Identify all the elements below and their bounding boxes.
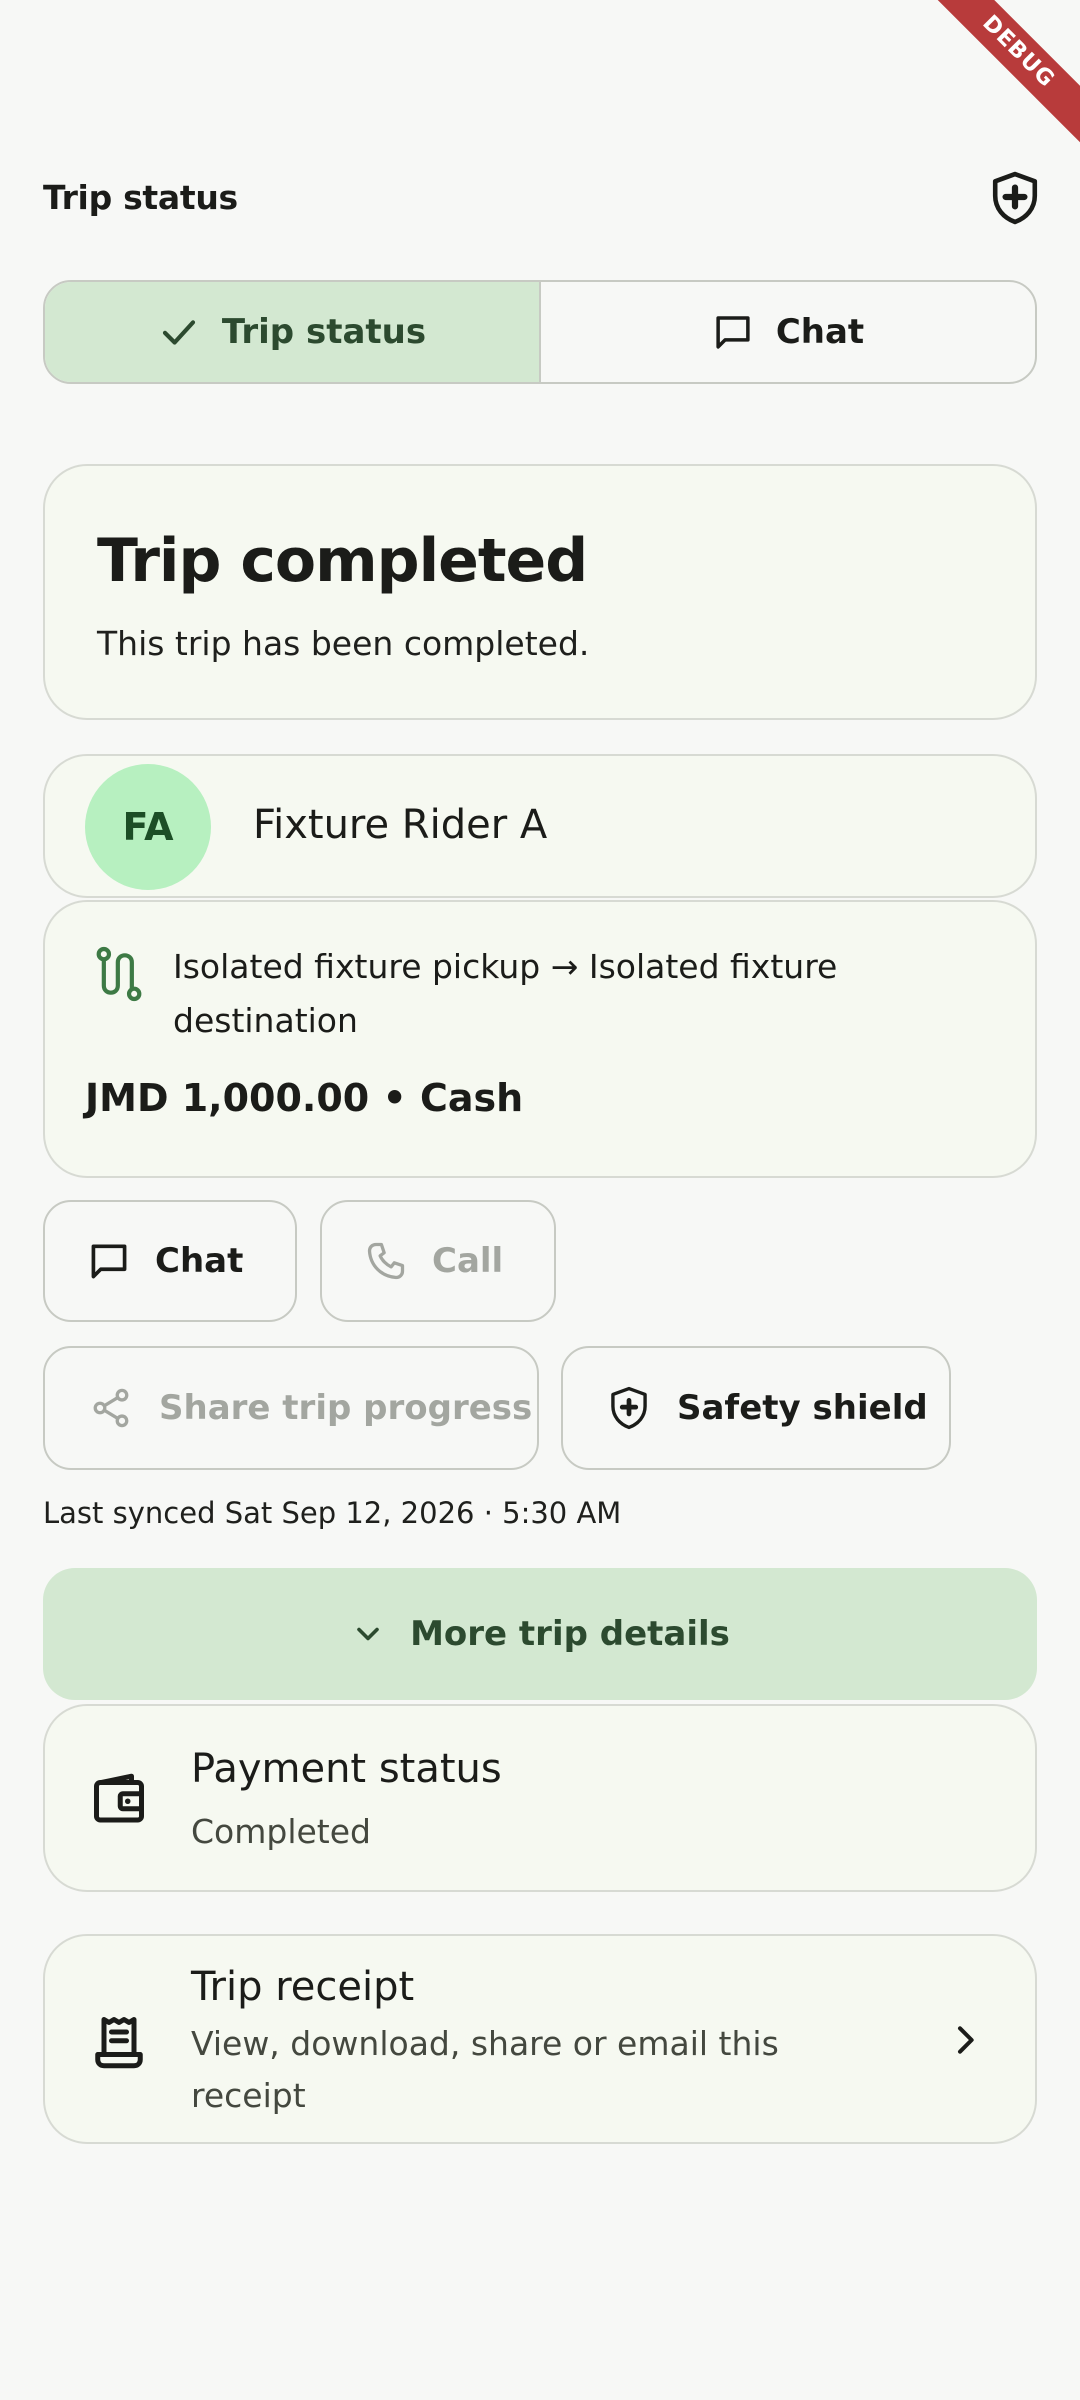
route-icon: [96, 946, 142, 1002]
tab-label: Chat: [775, 312, 865, 352]
trip-receipt-card[interactable]: Trip receipt View, download, share or em…: [43, 1934, 1037, 2144]
trip-receipt-title: Trip receipt: [191, 1964, 415, 2010]
more-details-label: More trip details: [410, 1614, 730, 1654]
call-button[interactable]: Call: [320, 1200, 556, 1322]
tab-chat[interactable]: Chat: [541, 282, 1035, 382]
shield-icon: [611, 1386, 647, 1430]
status-subtitle: This trip has been completed.: [97, 624, 590, 663]
tab-bar: Trip status Chat: [43, 280, 1037, 384]
safety-button-label: Safety shield: [677, 1388, 928, 1428]
fare-text: JMD 1,000.00 • Cash: [85, 1076, 524, 1120]
share-icon: [93, 1388, 129, 1428]
route-text: Isolated fixture pickup → Isolated fixtu…: [173, 947, 838, 1040]
chevron-down-icon: [357, 1627, 379, 1641]
payment-status-value: Completed: [191, 1812, 371, 1851]
chat-button-label: Chat: [155, 1241, 244, 1281]
chat-icon: [716, 316, 750, 349]
page-title: Trip status: [43, 178, 238, 217]
last-synced-text: Last synced Sat Sep 12, 2026 · 5:30 AM: [43, 1496, 622, 1530]
more-trip-details-button[interactable]: More trip details: [43, 1568, 1037, 1700]
rider-card: FA Fixture Rider A: [43, 754, 1037, 898]
debug-banner: DEBUG: [920, 0, 1080, 160]
receipt-icon: [95, 2017, 143, 2069]
call-button-label: Call: [432, 1241, 504, 1281]
rider-name: Fixture Rider A: [253, 802, 548, 848]
tab-label: Trip status: [221, 312, 427, 352]
trip-status-card: Trip completed This trip has been comple…: [43, 464, 1037, 720]
avatar: FA: [85, 764, 211, 890]
phone-icon: [367, 1242, 405, 1280]
chevron-right-icon: [958, 2026, 974, 2054]
debug-label: DEBUG: [920, 0, 1080, 151]
share-button-label: Share trip progress: [159, 1388, 533, 1428]
safety-shield-button[interactable]: Safety shield: [561, 1346, 951, 1470]
trip-receipt-subtitle: View, download, share or email this rece…: [191, 2024, 779, 2115]
chat-icon: [91, 1244, 127, 1279]
payment-status-card: Payment status Completed: [43, 1704, 1037, 1892]
safety-shield-icon[interactable]: [990, 170, 1040, 226]
share-trip-button[interactable]: Share trip progress: [43, 1346, 539, 1470]
status-title: Trip completed: [97, 526, 588, 596]
chat-button[interactable]: Chat: [43, 1200, 297, 1322]
tab-trip-status[interactable]: Trip status: [45, 282, 541, 382]
check-icon: [162, 320, 196, 345]
trip-details-card: Isolated fixture pickup → Isolated fixtu…: [43, 900, 1037, 1178]
payment-status-title: Payment status: [191, 1746, 502, 1792]
wallet-icon: [94, 1773, 144, 1823]
